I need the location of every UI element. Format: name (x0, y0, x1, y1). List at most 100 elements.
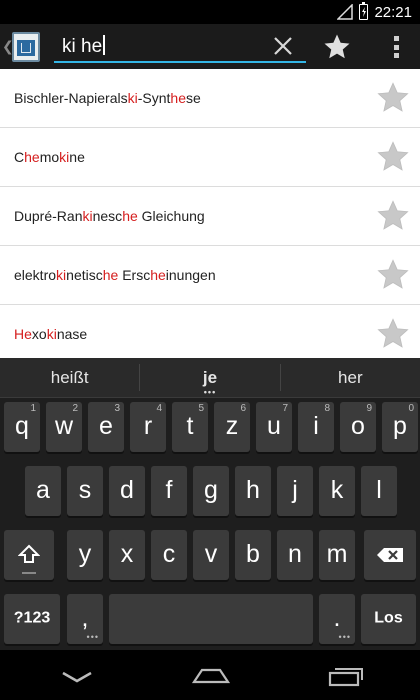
clear-search-icon[interactable] (272, 35, 294, 57)
term-text: s (120, 90, 128, 106)
overflow-menu-icon[interactable] (384, 32, 408, 62)
home-up-button[interactable]: ❮ (0, 24, 46, 69)
term-text: -Synt (137, 90, 171, 106)
key-j[interactable]: j (277, 466, 313, 516)
key-x[interactable]: x (109, 530, 145, 580)
match-highlight: he (122, 208, 138, 224)
back-nav-icon[interactable] (60, 670, 94, 684)
shift-icon (18, 544, 40, 563)
key-n[interactable]: n (277, 530, 313, 580)
result-row[interactable]: Bischler-Napieralski-Synthese (0, 69, 420, 128)
key-y[interactable]: y (67, 530, 103, 580)
recent-apps-icon[interactable] (328, 665, 364, 687)
key-hint-number: 0 (408, 403, 414, 414)
match-highlight: He (14, 326, 32, 342)
key-label: i (313, 411, 319, 440)
key-label: x (120, 539, 134, 568)
key-label: t (186, 411, 194, 440)
key-label: g (204, 475, 218, 504)
key-label: Los (374, 609, 403, 627)
comma-key[interactable]: , ••• (67, 594, 103, 644)
key-e[interactable]: e3 (88, 402, 124, 452)
key-b[interactable]: b (235, 530, 271, 580)
key-hint-number: 8 (324, 403, 330, 414)
key-label: z (225, 411, 239, 440)
favorite-star-icon[interactable] (376, 140, 410, 174)
key-label: f (165, 475, 173, 504)
key-label: m (326, 539, 348, 568)
symbols-key[interactable]: ?123 (4, 594, 60, 644)
match-highlight: ki (127, 90, 138, 106)
period-key[interactable]: . ••• (319, 594, 355, 644)
suggestion-1[interactable]: heißt (0, 358, 139, 397)
soft-keyboard: heißt je her q1w2e3r4t5z6u7i8o9p0asdfghj… (0, 358, 420, 650)
result-row[interactable]: Hexokinase (0, 305, 420, 358)
term-text: se (185, 90, 201, 106)
battery-icon (359, 2, 369, 20)
space-key[interactable] (109, 594, 313, 644)
key-v[interactable]: v (193, 530, 229, 580)
term-text: nesc (92, 208, 123, 224)
key-r[interactable]: r4 (130, 402, 166, 452)
favorite-star-icon[interactable] (376, 81, 410, 115)
term-text: mo (39, 149, 60, 165)
key-m[interactable]: m (319, 530, 355, 580)
search-input[interactable]: ki he (62, 35, 105, 58)
key-d[interactable]: d (109, 466, 145, 516)
key-i[interactable]: i8 (298, 402, 334, 452)
term-text: xo (31, 326, 47, 342)
suggestion-strip: heißt je her (0, 358, 420, 398)
favorite-star-icon[interactable] (376, 317, 410, 351)
key-h[interactable]: h (235, 466, 271, 516)
backspace-icon (377, 548, 403, 562)
favorites-star-icon[interactable] (322, 32, 352, 62)
key-q[interactable]: q1 (4, 402, 40, 452)
enter-key[interactable]: Los (361, 594, 416, 644)
key-hint-number: 9 (366, 403, 372, 414)
navigation-bar (0, 650, 420, 700)
key-c[interactable]: c (151, 530, 187, 580)
key-f[interactable]: f (151, 466, 187, 516)
key-hint-number: 6 (240, 403, 246, 414)
key-l[interactable]: l (361, 466, 397, 516)
key-w[interactable]: w2 (46, 402, 82, 452)
home-nav-icon[interactable] (192, 668, 230, 684)
result-term: Bischler-Napieralski-Synthese (14, 90, 201, 106)
match-highlight: he (170, 90, 186, 106)
term-text: netisc (66, 267, 103, 283)
result-term: Chemokine (14, 149, 85, 165)
key-o[interactable]: o9 (340, 402, 376, 452)
text-cursor (103, 35, 105, 55)
key-s[interactable]: s (67, 466, 103, 516)
key-k[interactable]: k (319, 466, 355, 516)
search-query-text: ki he (62, 36, 103, 57)
action-bar: ❮ ki he (0, 24, 420, 69)
favorite-star-icon[interactable] (376, 258, 410, 292)
key-label: o (351, 411, 365, 440)
key-label: u (267, 411, 281, 440)
key-label: d (120, 475, 134, 504)
suggestion-3[interactable]: her (281, 358, 420, 397)
key-label: r (143, 411, 153, 440)
key-a[interactable]: a (25, 466, 61, 516)
status-time: 22:21 (374, 3, 412, 21)
match-highlight: he (102, 267, 119, 283)
key-g[interactable]: g (193, 466, 229, 516)
key-t[interactable]: t5 (172, 402, 208, 452)
result-term: Hexokinase (14, 326, 87, 342)
backspace-key[interactable] (364, 530, 416, 580)
key-hint-number: 7 (282, 403, 288, 414)
key-z[interactable]: z6 (214, 402, 250, 452)
result-row[interactable]: Chemokine (0, 128, 420, 187)
term-text: C (14, 149, 25, 165)
key-label: n (288, 539, 302, 568)
result-row[interactable]: Dupré-Rankinesche Gleichung (0, 187, 420, 246)
search-field[interactable]: ki he (54, 31, 306, 63)
key-p[interactable]: p0 (382, 402, 418, 452)
shift-key[interactable] (4, 530, 54, 580)
favorite-star-icon[interactable] (376, 199, 410, 233)
key-label: s (78, 475, 92, 504)
suggestion-2[interactable]: je (140, 358, 280, 397)
result-row[interactable]: elektrokinetische Erscheinungen (0, 246, 420, 305)
key-u[interactable]: u7 (256, 402, 292, 452)
